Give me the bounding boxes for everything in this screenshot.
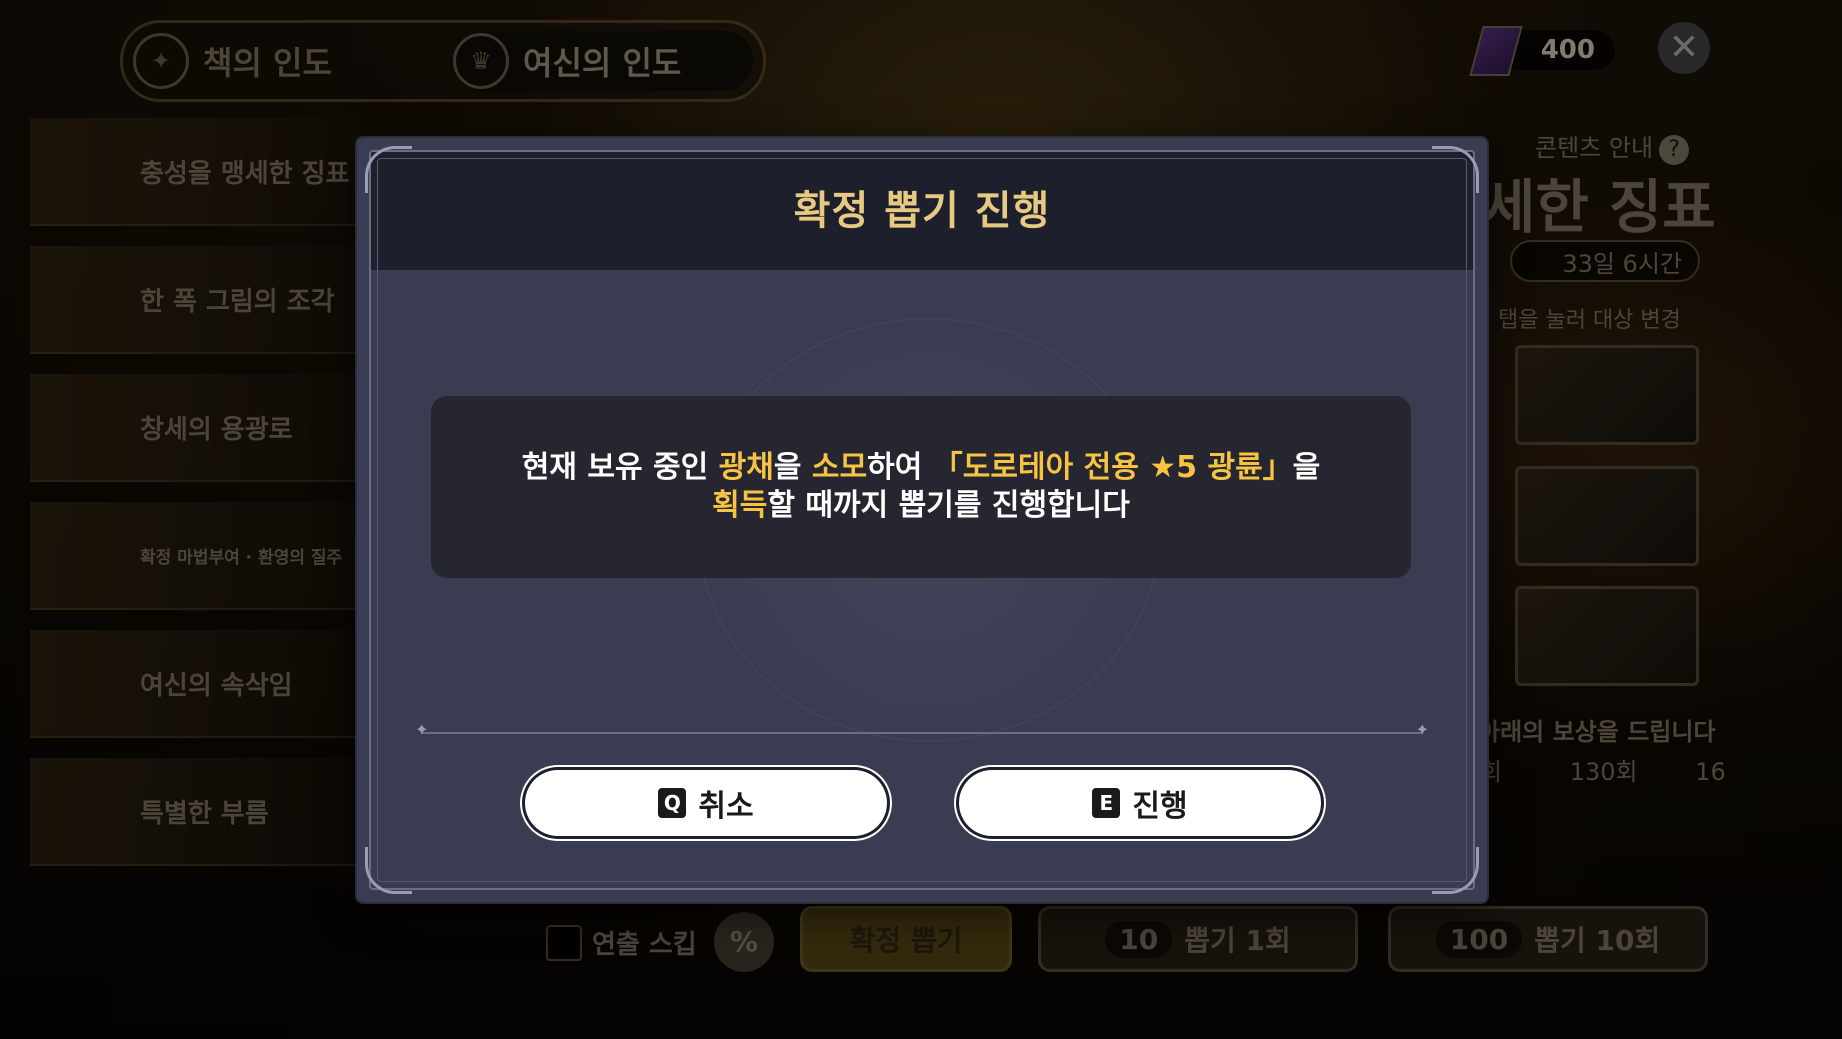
- dialog-divider: [415, 720, 1429, 739]
- confirm-dialog: 확정 뽑기 진행 현재 보유 중인 광채을 소모하여 「도로테아 전용 ★5 광…: [357, 138, 1487, 902]
- proceed-button[interactable]: E 진행: [959, 770, 1321, 836]
- msg-text: 할 때까지 뽑기를 진행합니다: [767, 488, 1130, 523]
- msg-highlight: 획득: [712, 488, 768, 523]
- frame-corner: [365, 847, 412, 894]
- msg-text: 을: [1292, 450, 1321, 485]
- button-label: 진행: [1132, 789, 1188, 824]
- msg-text: 을: [773, 450, 812, 485]
- msg-highlight: 소모: [811, 450, 868, 485]
- msg-highlight: 광채: [718, 450, 774, 485]
- msg-text: 현재 보유 중인: [521, 450, 719, 485]
- dialog-title: 확정 뽑기 진행: [793, 188, 1051, 234]
- button-label: 취소: [698, 789, 754, 824]
- dialog-message: 현재 보유 중인 광채을 소모하여 「도로테아 전용 ★5 광륜」을 획득할 때…: [522, 449, 1321, 525]
- cancel-button[interactable]: Q 취소: [525, 770, 887, 836]
- q-key-icon: Q: [658, 788, 687, 818]
- e-key-icon: E: [1092, 788, 1121, 818]
- frame-corner: [1432, 847, 1479, 894]
- msg-text: 하여: [867, 450, 933, 485]
- msg-highlight: 「도로테아 전용 ★5 광륜」: [932, 450, 1293, 485]
- message-box: 현재 보유 중인 광채을 소모하여 「도로테아 전용 ★5 광륜」을 획득할 때…: [431, 396, 1411, 578]
